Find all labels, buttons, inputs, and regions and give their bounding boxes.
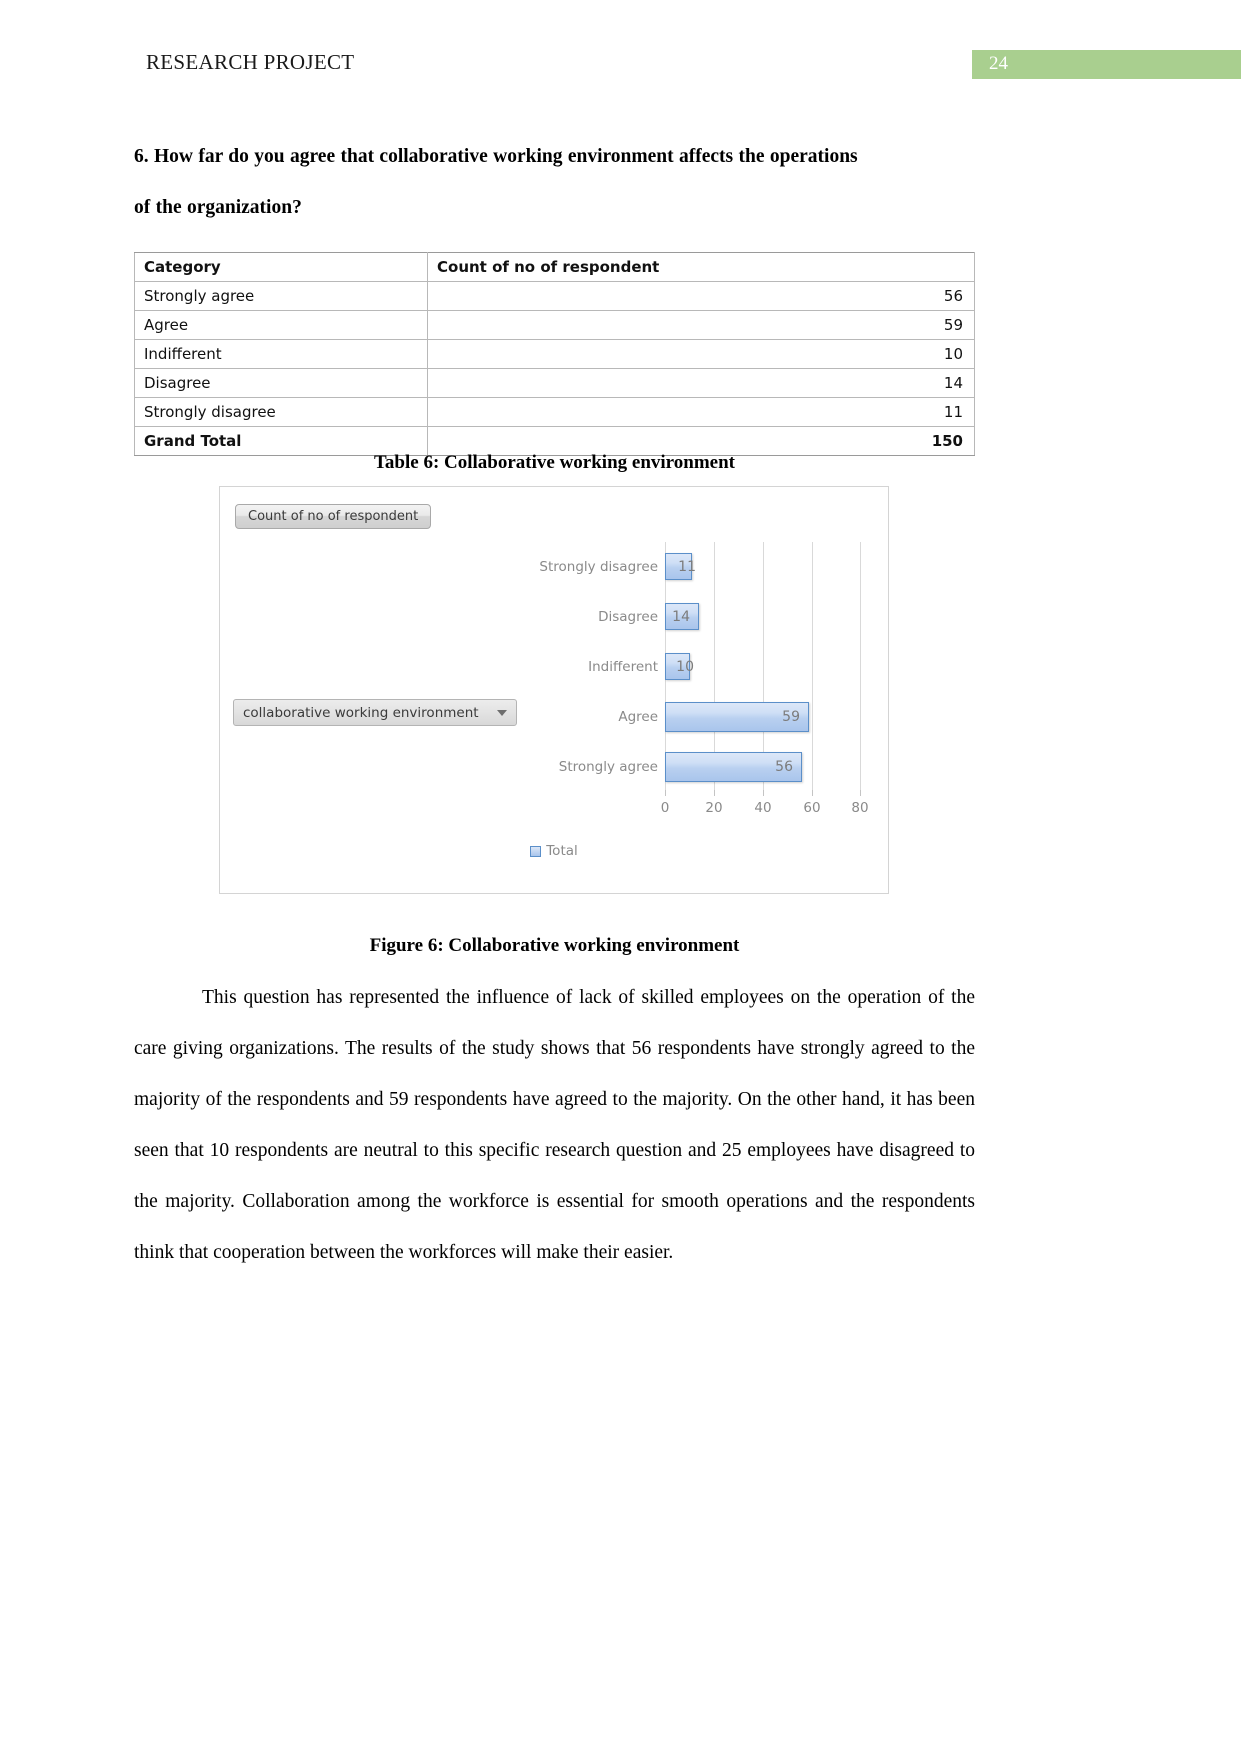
figure-caption: Figure 6: Collaborative working environm…: [369, 935, 740, 956]
category-label: Strongly disagree: [539, 558, 658, 575]
x-tick-label: 20: [705, 800, 723, 816]
tick-mark: [763, 790, 764, 796]
question-heading: 6. How far do you agree that collaborati…: [134, 131, 975, 233]
x-tick-label: 0: [660, 800, 670, 816]
bar-container: 59: [665, 692, 862, 742]
bar[interactable]: 59: [665, 701, 809, 732]
table-cell-category: Disagree: [134, 368, 428, 398]
table-row: Agree 59: [134, 310, 975, 340]
table-cell-category: Indifferent: [134, 339, 428, 369]
chart-legend: Total: [220, 843, 888, 859]
table-cell-category: Strongly disagree: [134, 397, 428, 427]
x-tick-label: 80: [851, 800, 869, 816]
bar-value-label: 56: [775, 758, 793, 775]
field-button-count-of-respondent[interactable]: Count of no of respondent: [235, 504, 432, 529]
table-row: Indifferent 10: [134, 339, 975, 369]
bar-container: 14: [665, 592, 862, 642]
slicer-collaborative-working-environment[interactable]: collaborative working environment: [233, 699, 517, 726]
legend-label: Total: [546, 843, 578, 859]
bar-value-label: 11: [678, 558, 696, 575]
table-cell-category: Strongly agree: [134, 281, 428, 311]
tick-mark: [812, 790, 813, 796]
table-row: Strongly disagree 11: [134, 397, 975, 427]
x-tick-label: 40: [754, 800, 772, 816]
field-button-label: Count of no of respondent: [248, 509, 419, 524]
table-cell-count: 56: [427, 281, 975, 311]
category-label: Agree: [618, 708, 658, 725]
category-label: Indifferent: [588, 658, 658, 675]
bar-value-label: 59: [782, 708, 800, 725]
slicer-label: collaborative working environment: [243, 704, 479, 721]
page-number: 24: [989, 53, 1008, 74]
tick-mark: [714, 790, 715, 796]
bar-container: 11: [665, 542, 862, 592]
table-row: Disagree 14: [134, 368, 975, 398]
bar[interactable]: 14: [665, 603, 699, 631]
bar-row: Disagree 14: [520, 592, 862, 642]
table-cell-category: Agree: [134, 310, 428, 340]
bar-row: Indifferent 10: [520, 642, 862, 692]
bar-container: 10: [665, 642, 862, 692]
bar-row: Agree 59: [520, 692, 862, 742]
bar-value-label: 10: [676, 658, 694, 675]
bar[interactable]: 56: [665, 751, 802, 782]
x-axis: 0 20 40 60 80: [661, 790, 869, 816]
chevron-down-icon: [497, 709, 507, 716]
table-cell-count: 11: [427, 397, 975, 427]
tick-mark: [665, 790, 666, 796]
page-header: RESEARCH PROJECT 24: [0, 50, 1241, 84]
pivot-chart: Count of no of respondent collaborative …: [219, 486, 889, 894]
question-line-1: 6. How far do you agree that collaborati…: [134, 146, 858, 167]
bar-container: 56: [665, 742, 862, 792]
table-header-row: Category Count of no of respondent: [134, 252, 975, 282]
question-line-2: of the organization?: [134, 197, 302, 218]
category-label: Strongly agree: [558, 758, 658, 775]
table-caption: Table 6: Collaborative working environme…: [373, 452, 735, 473]
table-cell-count: 59: [427, 310, 975, 340]
table-header-count: Count of no of respondent: [427, 252, 975, 282]
page-number-badge: 24: [972, 50, 1241, 79]
respondent-table: Category Count of no of respondent Stron…: [134, 252, 975, 456]
table-row: Strongly agree 56: [134, 281, 975, 311]
plot-area: Strongly disagree 11 Disagree 14 Indiffe…: [520, 542, 869, 816]
category-label: Disagree: [598, 608, 658, 625]
bar-row: Strongly agree 56: [520, 742, 862, 792]
table-header-category: Category: [134, 252, 428, 282]
legend-swatch-icon: [530, 845, 542, 857]
bar-value-label: 14: [672, 608, 690, 625]
bar[interactable]: 11: [665, 553, 696, 581]
table-cell-count: 14: [427, 368, 975, 398]
document-page: RESEARCH PROJECT 24 6. How far do you ag…: [0, 0, 1241, 1754]
bar-row: Strongly disagree 11: [520, 542, 862, 592]
body-paragraph: This question has represented the influe…: [134, 987, 975, 1263]
x-tick-label: 60: [803, 800, 821, 816]
running-header-title: RESEARCH PROJECT: [146, 50, 355, 74]
table-cell-count: 10: [427, 339, 975, 369]
bar[interactable]: 10: [665, 653, 694, 681]
tick-mark: [860, 790, 861, 796]
